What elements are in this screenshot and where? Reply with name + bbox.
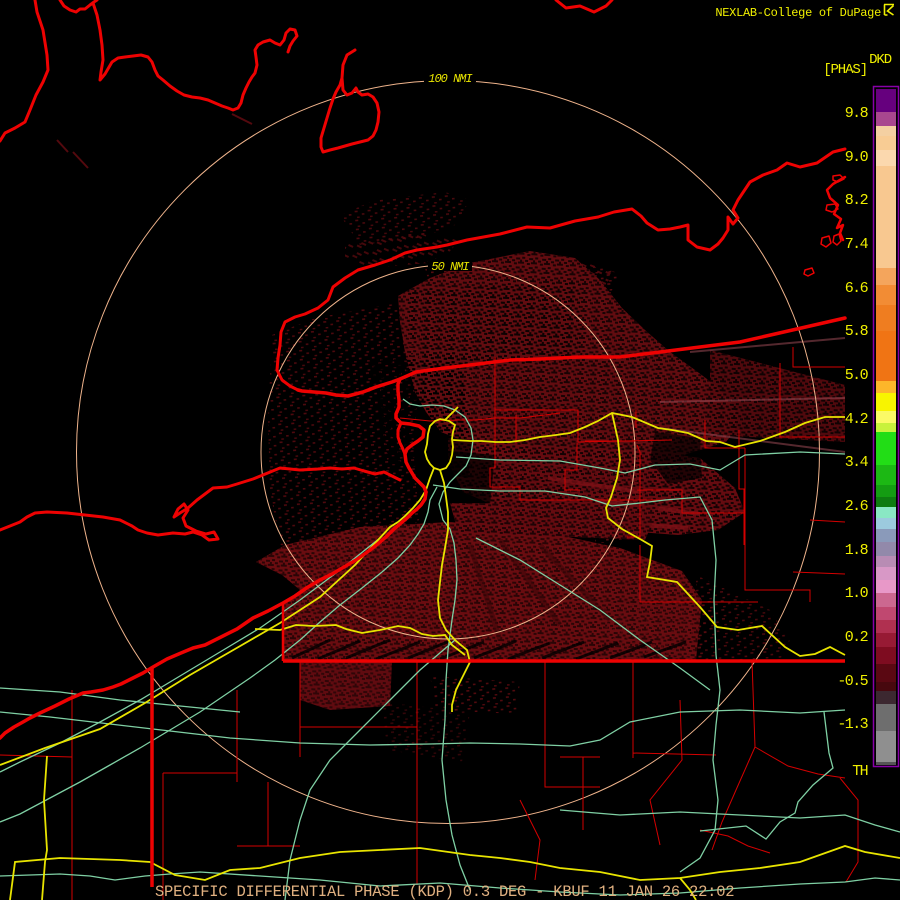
svg-text:9.8: 9.8: [845, 105, 869, 122]
svg-text:2.6: 2.6: [845, 498, 869, 515]
svg-text:5.8: 5.8: [845, 323, 869, 340]
svg-text:100 NMI: 100 NMI: [428, 72, 472, 86]
svg-text:1.0: 1.0: [845, 585, 869, 602]
svg-text:8.2: 8.2: [845, 192, 868, 209]
svg-text:[PHAS]: [PHAS]: [823, 62, 867, 78]
svg-text:3.4: 3.4: [845, 454, 869, 471]
svg-text:DKD: DKD: [869, 52, 892, 68]
svg-text:-0.5: -0.5: [837, 673, 868, 690]
svg-text:50 NMI: 50 NMI: [431, 260, 469, 274]
svg-text:-1.3: -1.3: [837, 716, 868, 733]
svg-text:0.2: 0.2: [845, 629, 868, 646]
svg-text:1.8: 1.8: [845, 542, 869, 559]
svg-text:6.6: 6.6: [845, 280, 869, 297]
svg-text:7.4: 7.4: [845, 236, 869, 253]
svg-text:4.2: 4.2: [845, 411, 868, 428]
svg-text:5.0: 5.0: [845, 367, 869, 384]
svg-text:NEXLAB-College of DuPage: NEXLAB-College of DuPage: [715, 6, 881, 20]
svg-text:9.0: 9.0: [845, 149, 869, 166]
svg-text:SPECIFIC DIFFERENTIAL PHASE (K: SPECIFIC DIFFERENTIAL PHASE (KDP) 0.3 DE…: [155, 883, 734, 900]
svg-text:TH: TH: [852, 763, 867, 780]
